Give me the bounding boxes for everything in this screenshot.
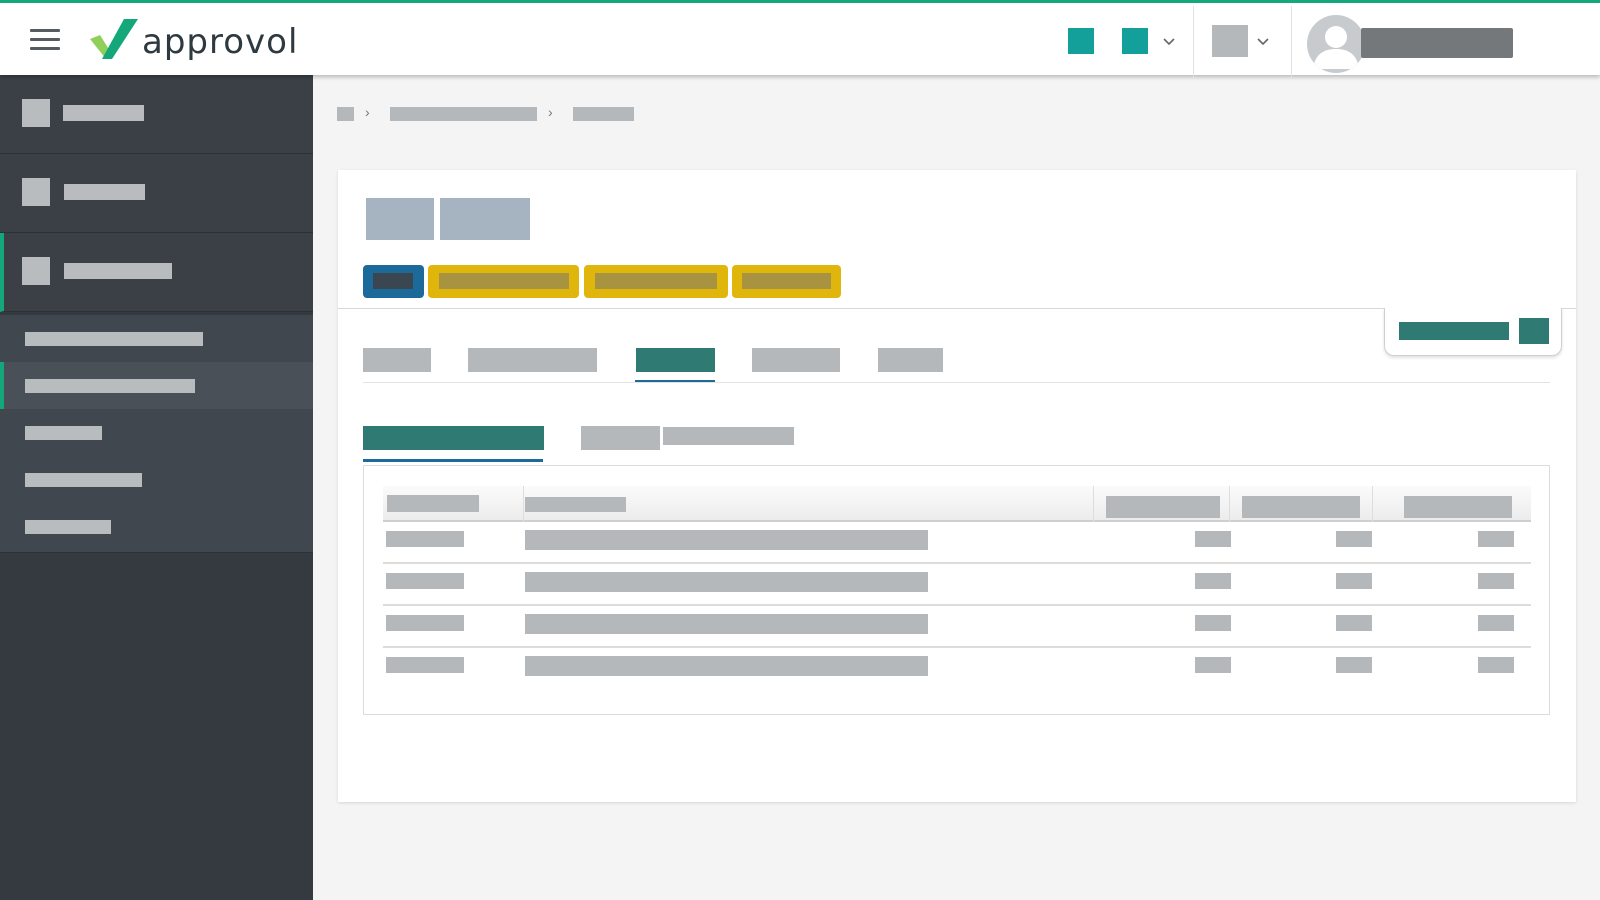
chevron-down-icon[interactable] bbox=[1163, 34, 1175, 49]
table-cell bbox=[525, 572, 928, 592]
action-dropdown bbox=[1384, 308, 1562, 356]
submenu-item-active[interactable] bbox=[0, 362, 313, 409]
status-badge-label bbox=[439, 273, 569, 289]
table-cell bbox=[1195, 531, 1231, 547]
topbar-divider bbox=[1193, 6, 1194, 78]
tab[interactable] bbox=[878, 348, 943, 372]
table-row[interactable] bbox=[383, 564, 1531, 606]
subtab[interactable] bbox=[581, 426, 660, 450]
user-avatar-icon[interactable] bbox=[1307, 15, 1365, 73]
data-table bbox=[363, 465, 1550, 715]
column-header[interactable] bbox=[1106, 496, 1220, 518]
menu-item-icon bbox=[22, 178, 50, 206]
breadcrumb-separator: › bbox=[548, 104, 553, 120]
column-divider bbox=[523, 486, 524, 522]
column-divider bbox=[1372, 486, 1373, 522]
table-row[interactable] bbox=[383, 648, 1531, 690]
column-header[interactable] bbox=[525, 497, 626, 512]
topbar-divider bbox=[1291, 6, 1292, 78]
subtab-label[interactable] bbox=[663, 427, 794, 445]
column-header[interactable] bbox=[1242, 496, 1360, 518]
menu-item-icon bbox=[22, 257, 50, 285]
tab[interactable] bbox=[363, 348, 431, 372]
tabs-baseline bbox=[363, 382, 1550, 383]
brand-name: approvol bbox=[142, 22, 299, 62]
submenu-item[interactable] bbox=[0, 409, 313, 456]
breadcrumb-home[interactable] bbox=[337, 107, 354, 121]
hamburger-menu-icon[interactable] bbox=[30, 29, 60, 51]
column-header[interactable] bbox=[387, 495, 479, 512]
table-cell bbox=[1478, 531, 1514, 547]
record-title-part bbox=[366, 198, 434, 240]
chevron-down-icon[interactable] bbox=[1257, 34, 1269, 49]
sidebar-item-label bbox=[63, 105, 144, 121]
submenu-item-label bbox=[25, 426, 102, 440]
submenu-item[interactable] bbox=[0, 315, 313, 362]
sidebar-item-active[interactable] bbox=[0, 233, 313, 312]
table-cell bbox=[386, 573, 464, 589]
table-cell bbox=[1336, 615, 1372, 631]
status-badge-yellow[interactable] bbox=[732, 265, 841, 298]
user-name[interactable] bbox=[1361, 28, 1513, 58]
sidebar-item[interactable] bbox=[0, 75, 313, 154]
table-cell bbox=[525, 614, 928, 634]
table-row[interactable] bbox=[383, 606, 1531, 648]
table-cell bbox=[386, 657, 464, 673]
teal-square-icon[interactable] bbox=[1122, 28, 1148, 54]
submenu-item-label bbox=[25, 332, 203, 346]
sidebar bbox=[0, 75, 313, 900]
status-badge-label bbox=[595, 273, 717, 289]
table-cell bbox=[525, 530, 928, 550]
sidebar-item-label bbox=[64, 184, 145, 200]
submenu-item[interactable] bbox=[0, 456, 313, 503]
table-cell bbox=[1478, 657, 1514, 673]
table-cell bbox=[1195, 573, 1231, 589]
submenu-item-label bbox=[25, 473, 142, 487]
grey-square-icon[interactable] bbox=[1212, 25, 1248, 57]
status-badge-yellow[interactable] bbox=[584, 265, 728, 298]
table-row[interactable] bbox=[383, 522, 1531, 564]
table-cell bbox=[386, 615, 464, 631]
column-divider bbox=[1093, 486, 1094, 522]
tab-active[interactable] bbox=[636, 348, 715, 372]
active-subtab-indicator bbox=[363, 459, 543, 462]
record-card bbox=[338, 170, 1576, 802]
breadcrumb-separator: › bbox=[365, 104, 370, 120]
teal-square-icon[interactable] bbox=[1068, 28, 1094, 54]
column-header[interactable] bbox=[1404, 496, 1512, 518]
brand-logo[interactable]: approvol bbox=[88, 15, 298, 65]
table-cell bbox=[525, 656, 928, 676]
subtab-active[interactable] bbox=[363, 426, 544, 450]
status-badge-label bbox=[373, 273, 413, 289]
menu-item-icon bbox=[22, 99, 50, 127]
sidebar-submenu bbox=[0, 315, 313, 553]
table-header bbox=[383, 486, 1531, 522]
checkmark-logo-icon bbox=[90, 19, 138, 59]
table-cell bbox=[1336, 657, 1372, 673]
table-cell bbox=[1478, 573, 1514, 589]
record-title-part bbox=[440, 198, 530, 240]
sidebar-item[interactable] bbox=[0, 154, 313, 233]
submenu-item-label bbox=[25, 520, 111, 534]
table-cell bbox=[1478, 615, 1514, 631]
status-badge-yellow[interactable] bbox=[428, 265, 579, 298]
submenu-item-label bbox=[25, 379, 195, 393]
table-cell bbox=[1336, 573, 1372, 589]
breadcrumb-current bbox=[573, 107, 634, 121]
primary-action-button[interactable] bbox=[1399, 322, 1509, 340]
status-badge-label bbox=[742, 273, 831, 289]
status-badge-blue[interactable] bbox=[363, 265, 424, 298]
sidebar-item-label bbox=[64, 263, 172, 279]
tab[interactable] bbox=[752, 348, 840, 372]
table-cell bbox=[386, 531, 464, 547]
top-bar: approvol bbox=[0, 0, 1600, 78]
tab[interactable] bbox=[468, 348, 597, 372]
table-cell bbox=[1336, 531, 1372, 547]
submenu-item[interactable] bbox=[0, 503, 313, 550]
column-divider bbox=[1229, 486, 1230, 522]
table-cell bbox=[1195, 657, 1231, 673]
table-cell bbox=[1195, 615, 1231, 631]
action-menu-toggle[interactable] bbox=[1519, 318, 1549, 344]
breadcrumb-link[interactable] bbox=[390, 107, 537, 121]
